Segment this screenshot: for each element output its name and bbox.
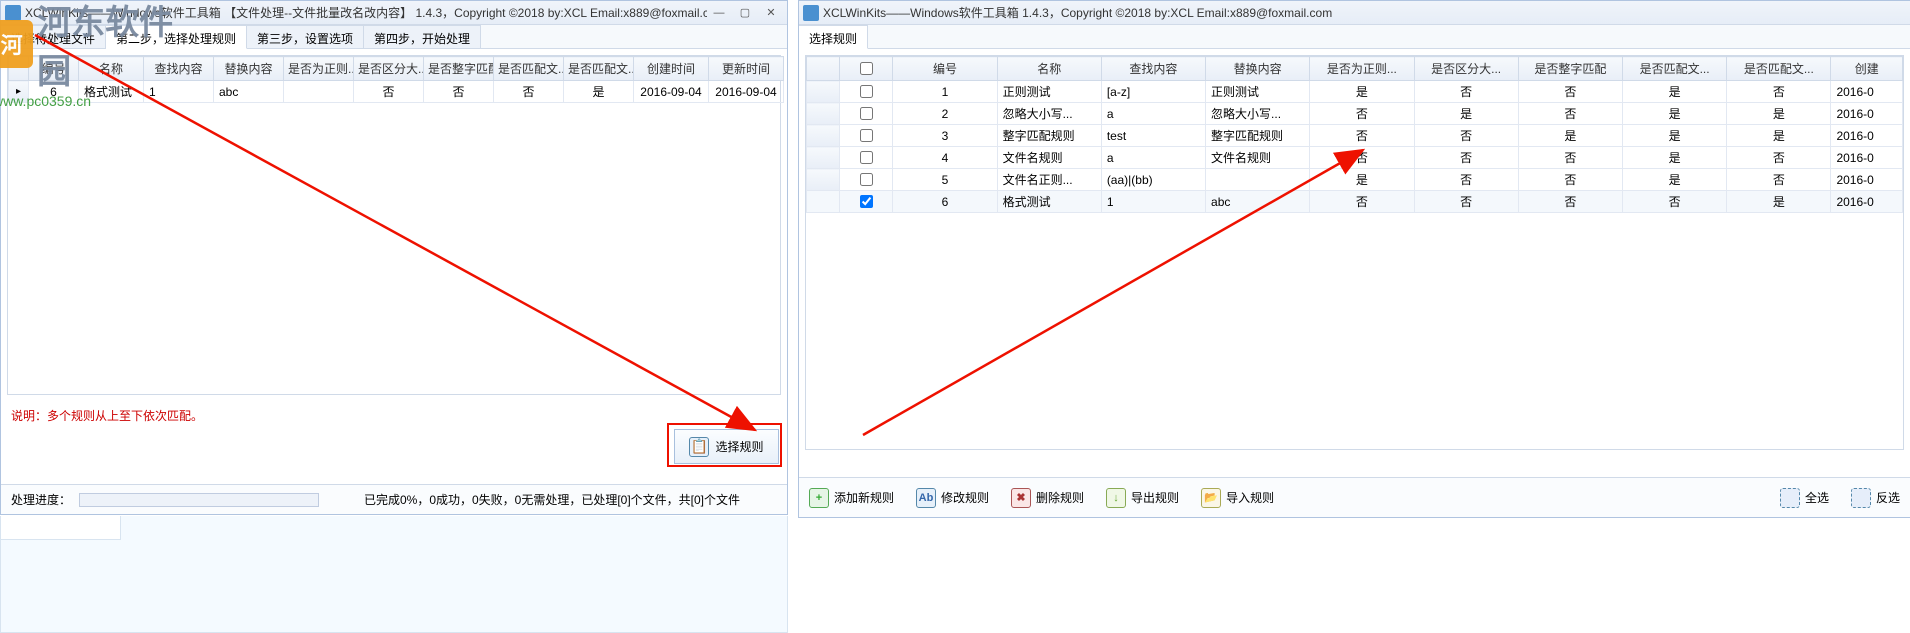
bottom-panel [0,516,788,633]
status-text: 已完成0%，0成功，0失败，0无需处理，已处理[0]个文件，共[0]个文件 [327,491,777,508]
right-tab-strip: 选择规则 [799,25,1910,49]
tab-step2[interactable]: 第二步，选择处理规则 [106,25,247,49]
tab-step1[interactable]: 选择待处理文件 [1,25,106,48]
table-row[interactable]: 4 文件名规则 a 文件名规则 否 否 否 是 否 2016-0 [807,147,1903,169]
left-table: 编号 名称 查找内容 替换内容 是否为正则... 是否区分大... 是否整字匹配… [7,55,781,395]
bottom-tab-blank [1,516,121,540]
left-status-bar: 处理进度： 已完成0%，0成功，0失败，0无需处理，已处理[0]个文件，共[0]… [1,484,787,514]
tab-step4[interactable]: 第四步，开始处理 [364,25,481,48]
select-rule-label: 选择规则 [715,438,763,455]
right-title-bar: XCLWinKits——Windows软件工具箱 1.4.3，Copyright… [799,1,1910,25]
col-find[interactable]: 查找内容 [1101,57,1205,81]
check-all[interactable] [860,62,873,75]
select-rule-button[interactable]: 📋 选择规则 [674,429,779,464]
edit-icon: Ab [916,488,936,508]
col-name[interactable]: 名称 [997,57,1101,81]
table-row[interactable]: 6 格式测试 1 abc 否 否 否 否 是 2016-0 [807,191,1903,213]
table-row[interactable]: 2 忽略大小写... a 忽略大小写... 否 是 否 是 是 2016-0 [807,103,1903,125]
row-indicator [807,169,840,191]
add-rule-button[interactable]: +添加新规则 [809,488,894,508]
col-case[interactable]: 是否区分大... [1414,57,1518,81]
maximize-icon[interactable]: ▢ [733,5,757,21]
col-whole[interactable]: 是否整字匹配 [424,57,494,81]
invert-icon [1851,488,1871,508]
row-checkbox[interactable] [860,129,873,142]
progress-bar [79,493,319,507]
table-row[interactable]: 3 整字匹配规则 test 整字匹配规则 否 否 是 是 是 2016-0 [807,125,1903,147]
minimize-icon[interactable]: — [707,5,731,21]
delete-icon: ✖ [1011,488,1031,508]
col-id[interactable]: 编号 [893,57,997,81]
row-indicator: ▸ [9,81,29,103]
row-header-blank [9,57,29,81]
table-row[interactable]: ▸ 6 格式测试 1 abc 否 否 否 是 2016-09-04 2016-0… [9,81,784,103]
col-name[interactable]: 名称 [79,57,144,81]
progress-label: 处理进度： [11,491,71,508]
invert-select-button[interactable]: 反选 [1851,488,1900,508]
left-window-title: XCLWinKits——Windows软件工具箱 【文件处理--文件批量改名改内… [25,4,707,21]
app-icon [803,5,819,21]
left-window: XCLWinKits——Windows软件工具箱 【文件处理--文件批量改名改内… [0,0,788,515]
col-regex[interactable]: 是否为正则... [1310,57,1414,81]
export-icon: ↓ [1106,488,1126,508]
add-icon: + [809,488,829,508]
col-whole[interactable]: 是否整字匹配 [1518,57,1622,81]
tab-select-rule[interactable]: 选择规则 [799,25,868,49]
row-indicator [807,81,840,103]
col-m2[interactable]: 是否匹配文... [564,57,634,81]
col-created[interactable]: 创建 [1831,57,1903,81]
right-toolbar: +添加新规则 Ab修改规则 ✖删除规则 ↓导出规则 📂导入规则 全选 反选 [799,477,1910,517]
edit-rule-button[interactable]: Ab修改规则 [916,488,989,508]
tab-step3[interactable]: 第三步，设置选项 [247,25,364,48]
rule-icon: 📋 [689,437,709,457]
row-checkbox[interactable] [860,107,873,120]
select-all-icon [1780,488,1800,508]
row-checkbox[interactable] [860,195,873,208]
import-rule-button[interactable]: 📂导入规则 [1201,488,1274,508]
import-icon: 📂 [1201,488,1221,508]
col-created[interactable]: 创建时间 [634,57,709,81]
rule-note: 说明：多个规则从上至下依次匹配。 [1,401,787,430]
left-title-bar: XCLWinKits——Windows软件工具箱 【文件处理--文件批量改名改内… [1,1,787,25]
right-window-title: XCLWinKits——Windows软件工具箱 1.4.3，Copyright… [823,4,1906,21]
export-rule-button[interactable]: ↓导出规则 [1106,488,1179,508]
table-row[interactable]: 5 文件名正则... (aa)|(bb) 是 否 否 是 否 2016-0 [807,169,1903,191]
col-checkbox-header[interactable] [839,57,893,81]
col-m2[interactable]: 是否匹配文... [1727,57,1831,81]
close-icon[interactable]: ✕ [759,5,783,21]
col-find[interactable]: 查找内容 [144,57,214,81]
col-replace[interactable]: 替换内容 [214,57,284,81]
col-replace[interactable]: 替换内容 [1206,57,1310,81]
right-window: XCLWinKits——Windows软件工具箱 1.4.3，Copyright… [798,0,1910,518]
delete-rule-button[interactable]: ✖删除规则 [1011,488,1084,508]
row-checkbox[interactable] [860,85,873,98]
col-m1[interactable]: 是否匹配文... [1622,57,1726,81]
col-regex[interactable]: 是否为正则... [284,57,354,81]
row-checkbox[interactable] [860,173,873,186]
col-updated[interactable]: 更新时间 [709,57,784,81]
col-case[interactable]: 是否区分大... [354,57,424,81]
app-icon [5,5,21,21]
right-table: 编号 名称 查找内容 替换内容 是否为正则... 是否区分大... 是否整字匹配… [805,55,1904,450]
row-indicator [807,147,840,169]
select-all-button[interactable]: 全选 [1780,488,1829,508]
row-indicator [807,191,840,213]
row-indicator [807,125,840,147]
left-tab-strip: 选择待处理文件 第二步，选择处理规则 第三步，设置选项 第四步，开始处理 [1,25,787,49]
col-id[interactable]: 编号 [29,57,79,81]
row-indicator [807,103,840,125]
row-checkbox[interactable] [860,151,873,164]
col-m1[interactable]: 是否匹配文... [494,57,564,81]
row-header-blank [807,57,840,81]
table-row[interactable]: 1 正则测试 [a-z] 正则测试 是 否 否 是 否 2016-0 [807,81,1903,103]
